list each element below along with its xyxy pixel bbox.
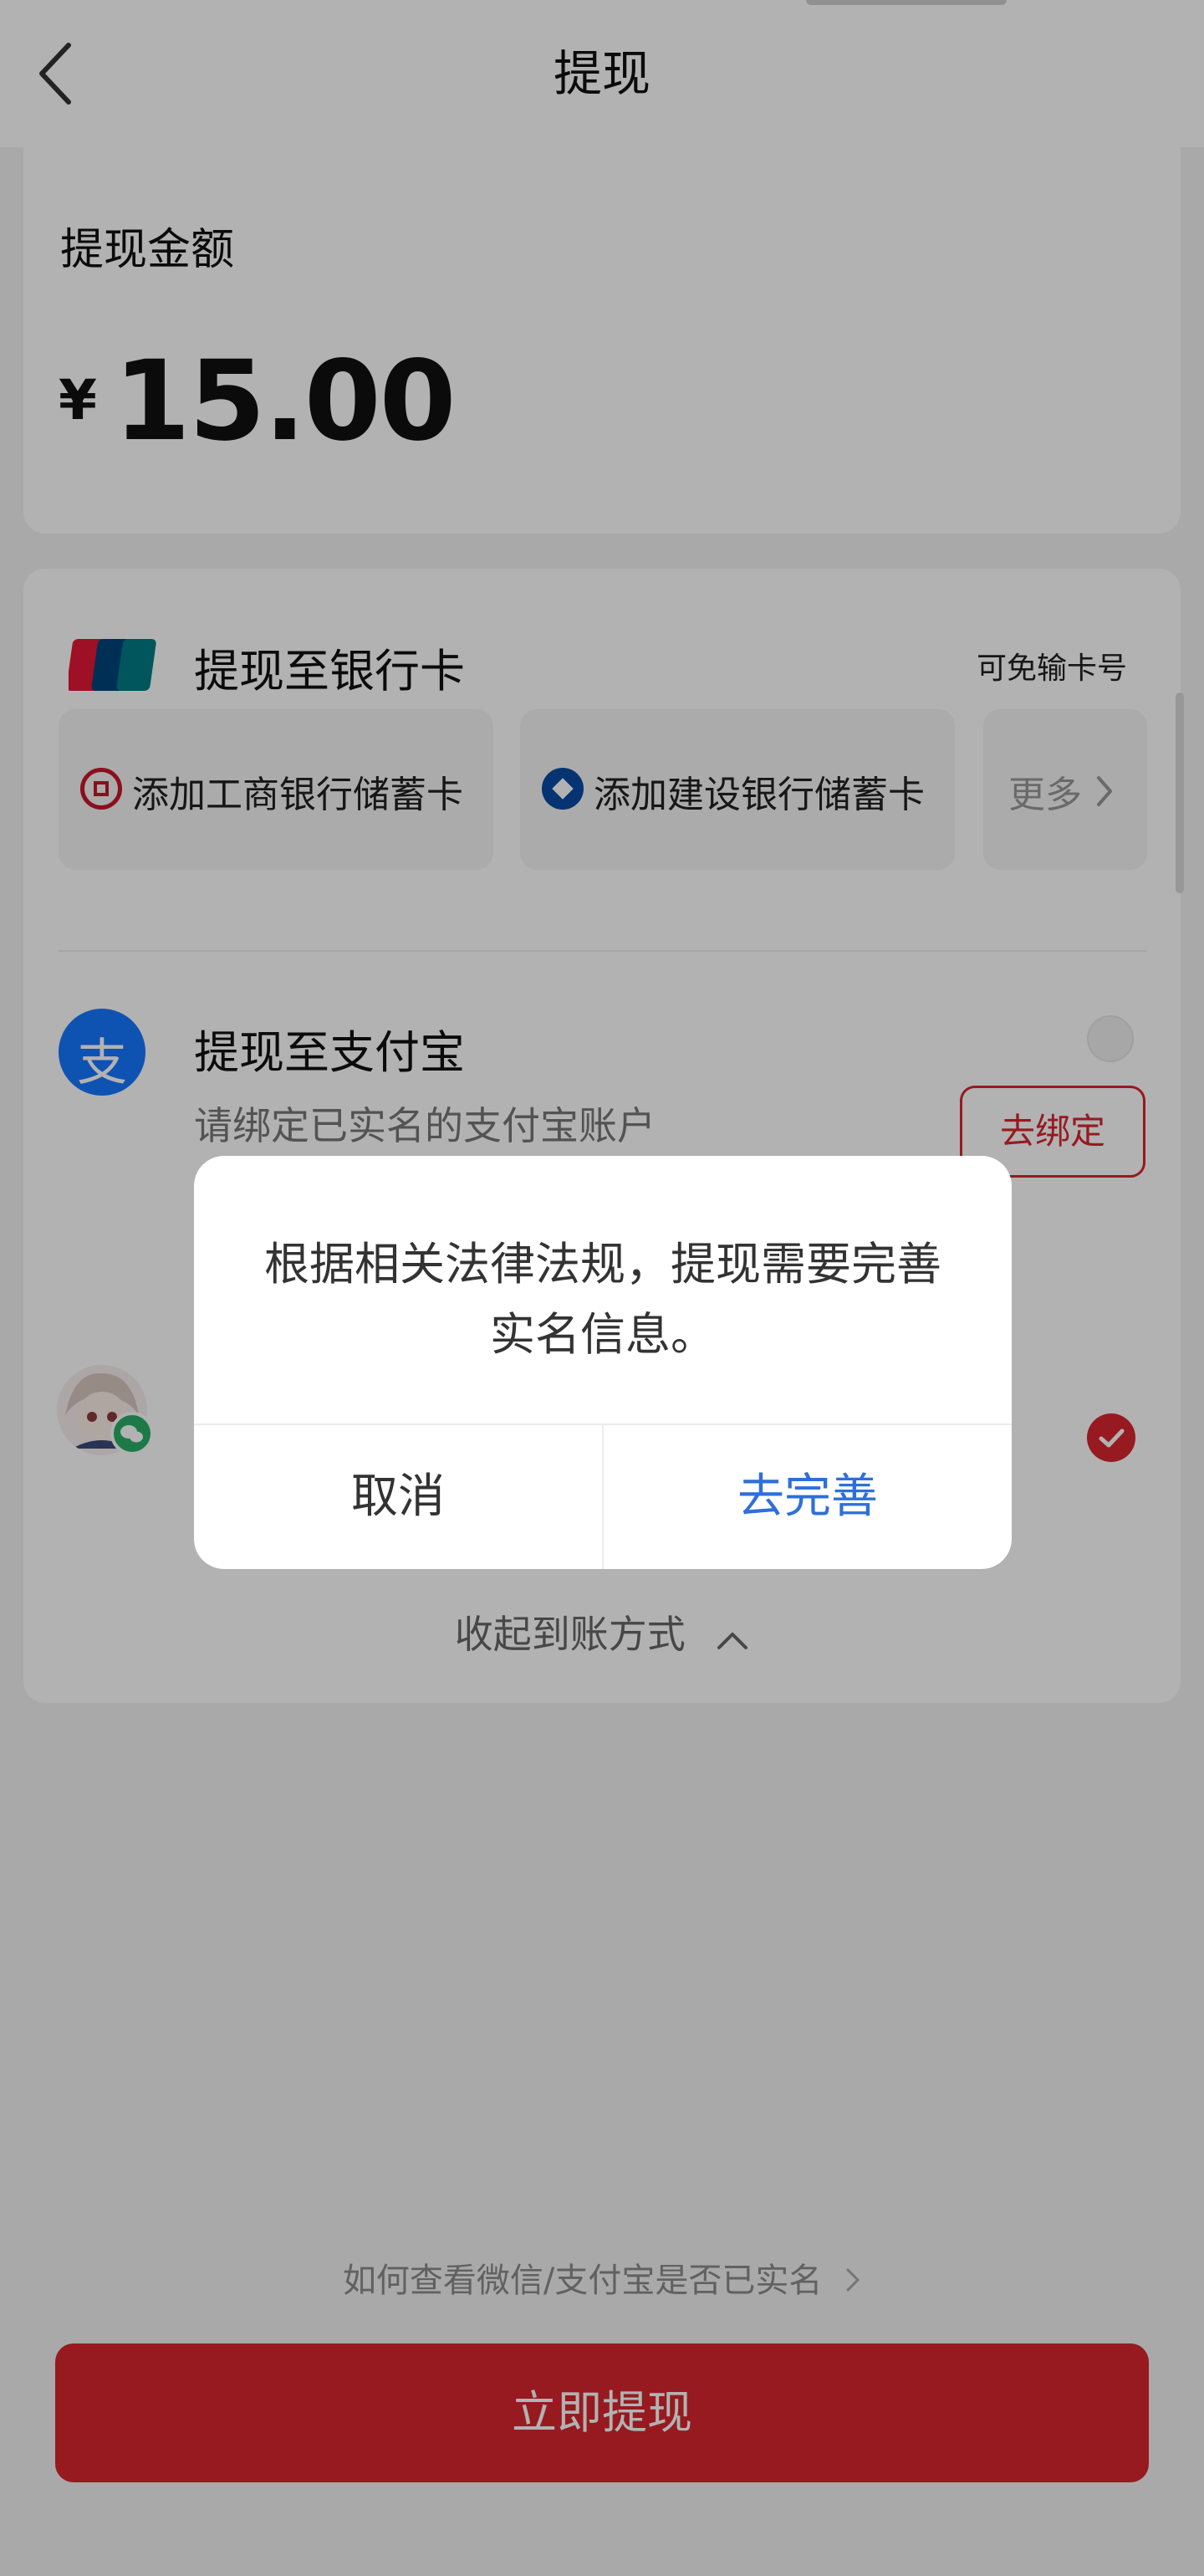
- realname-dialog: 根据相关法律法规，提现需要完善实名信息。 取消 去完善: [194, 1156, 1012, 1569]
- dialog-confirm-button[interactable]: 去完善: [604, 1425, 1012, 1569]
- dialog-message: 根据相关法律法规，提现需要完善实名信息。: [264, 1238, 941, 1361]
- dialog-cancel-button[interactable]: 取消: [194, 1425, 602, 1569]
